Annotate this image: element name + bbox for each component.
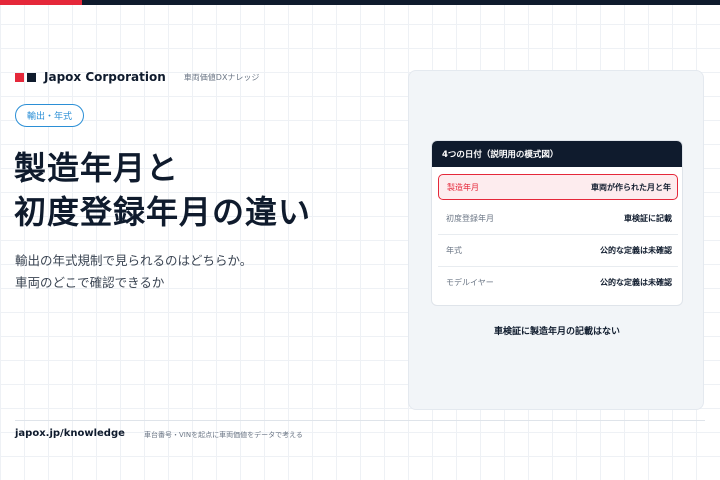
date-row-label: 年式 (446, 245, 462, 255)
date-row-value: 公的な定義は未確認 (600, 245, 672, 255)
brand-name: Japox Corporation (44, 70, 166, 84)
row-divider (438, 266, 678, 267)
date-row-first-registration: 初度登録年月 車検証に記載 (438, 205, 678, 231)
date-row-label: モデルイヤー (446, 277, 494, 287)
category-tag: 輸出・年式 (15, 104, 85, 127)
date-row-label: 製造年月 (447, 182, 479, 192)
brand-subtitle: 車両価値DXナレッジ (183, 72, 260, 82)
footer-url-link[interactable]: japox.jp/knowledge (15, 428, 125, 439)
page-title-line-1: 製造年月と (14, 149, 180, 187)
dates-card-title: 4つの日付（説明用の模式図） (432, 141, 682, 167)
page-title: 製造年月と 初度登録年月の違い (14, 146, 311, 234)
date-row-model-year: モデルイヤー 公的な定義は未確認 (438, 269, 678, 295)
footer-tagline: 車台番号・VINを起点に車両価値をデータで考える (144, 431, 303, 439)
page-subtitle-line-2: 車両のどこで確認できるか (15, 275, 165, 290)
panel-note: 車検証に製造年月の記載はない (493, 327, 620, 337)
date-row-manufacture: 製造年月 車両が作られた月と年 (438, 174, 678, 200)
row-divider (438, 234, 678, 235)
page-subtitle-line-1: 輸出の年式規制で見られるのはどちらか。 (15, 253, 253, 268)
date-row-label: 初度登録年月 (446, 213, 494, 223)
page-title-line-2: 初度登録年月の違い (14, 193, 312, 231)
logo-icon (15, 72, 36, 82)
top-accent-bar (0, 0, 720, 5)
top-accent-red-segment (0, 0, 82, 5)
date-row-value: 公的な定義は未確認 (600, 277, 672, 287)
brand-header: Japox Corporation 車両価値DXナレッジ (15, 70, 259, 84)
dates-card: 4つの日付（説明用の模式図） 製造年月 車両が作られた月と年 初度登録年月 車検… (431, 140, 683, 306)
date-row-model-year-jp: 年式 公的な定義は未確認 (438, 237, 678, 263)
footer-divider (15, 420, 705, 421)
date-row-value: 車検証に記載 (624, 213, 672, 223)
page-subtitle: 輸出の年式規制で見られるのはどちらか。 車両のどこで確認できるか (15, 250, 252, 294)
date-row-value: 車両が作られた月と年 (591, 182, 671, 192)
diagram-panel: 4つの日付（説明用の模式図） 製造年月 車両が作られた月と年 初度登録年月 車検… (408, 70, 704, 410)
